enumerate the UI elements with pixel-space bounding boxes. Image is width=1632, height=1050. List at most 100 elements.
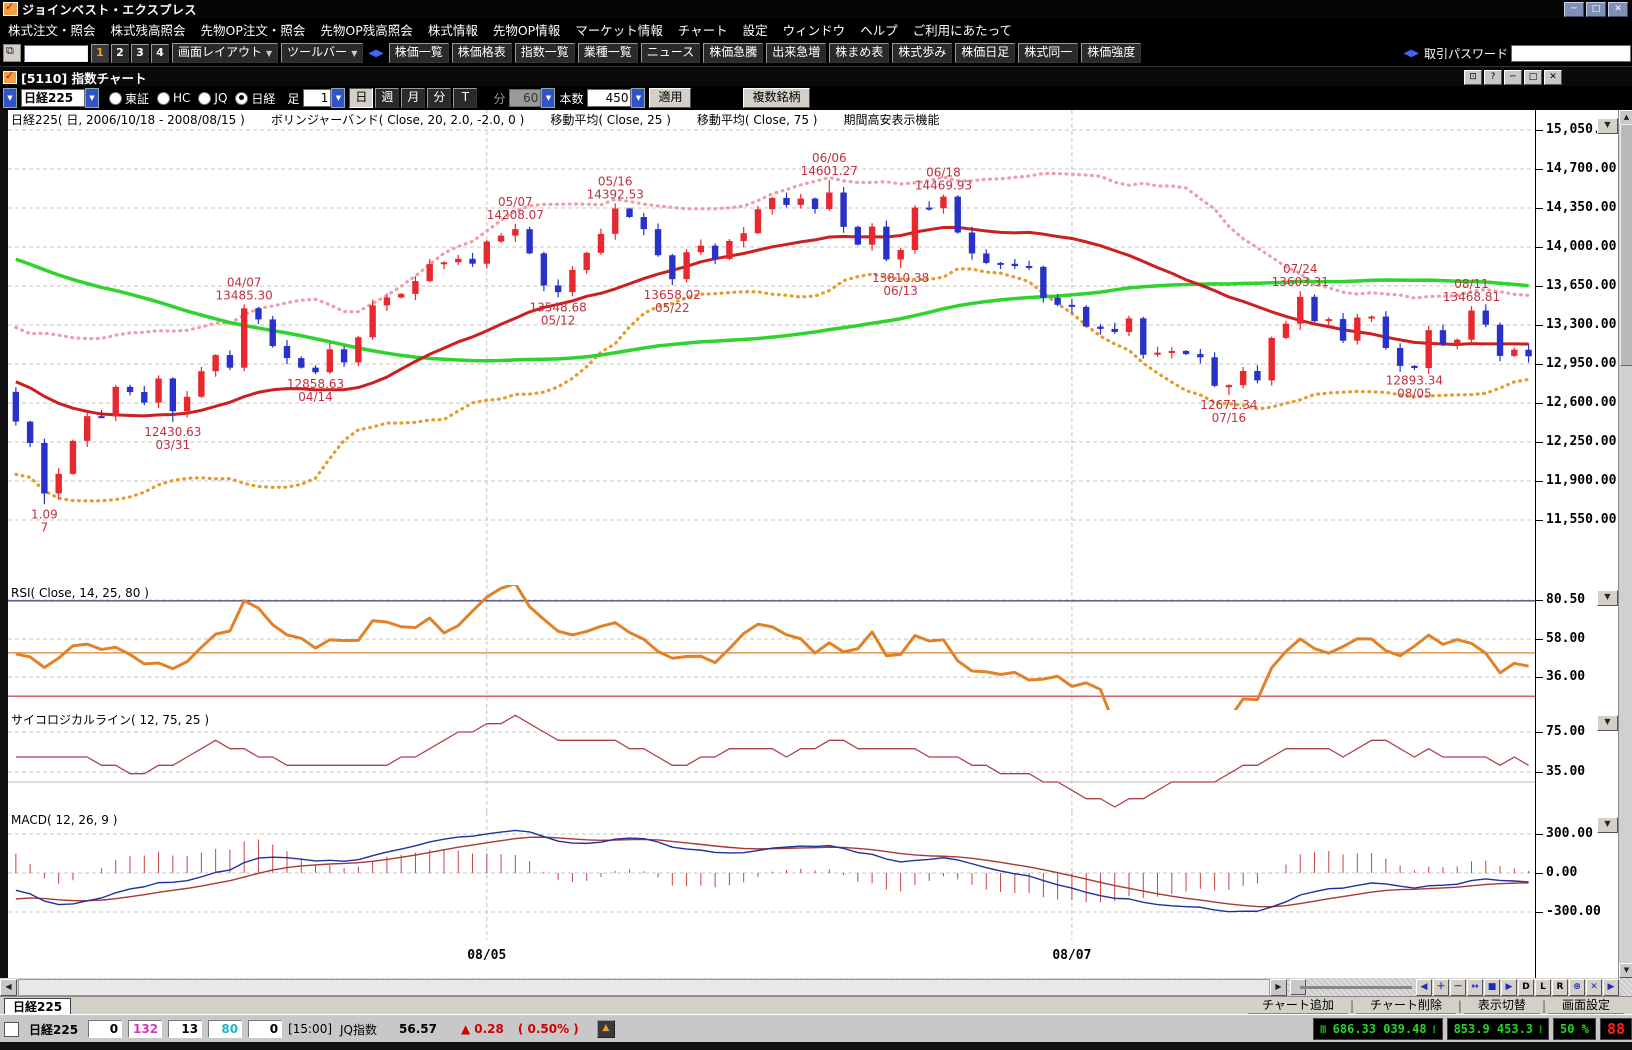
menu-item-11[interactable]: ご利用にあたって <box>913 20 1012 39</box>
horizontal-scroll-track[interactable] <box>18 979 1270 996</box>
ashi-stepper[interactable]: 1 ▼ <box>303 88 345 108</box>
footer-button-3[interactable]: 画面設定 <box>1548 997 1624 1015</box>
quick-button-1[interactable]: 株価格表 <box>452 43 512 63</box>
help-icon[interactable]: ? <box>1484 70 1502 85</box>
chart-tab-nikkei225[interactable]: 日経225 <box>4 998 71 1015</box>
jump-right-icon[interactable]: ▶ <box>1603 979 1619 996</box>
scroll-left-icon[interactable]: ◀ <box>0 979 17 996</box>
footer-button-2[interactable]: 表示切替 <box>1464 997 1540 1015</box>
panel-dropdown-icon-price[interactable]: ▼ <box>1597 118 1618 134</box>
status-checkbox[interactable] <box>4 1022 19 1037</box>
panel-dropdown-icon-rsi[interactable]: ▼ <box>1597 590 1618 606</box>
stop-icon[interactable]: ■ <box>1484 979 1500 996</box>
quick-button-4[interactable]: ニュース <box>641 43 700 63</box>
page-button-2[interactable]: 2 <box>111 44 129 63</box>
quick-button-9[interactable]: 株価日足 <box>955 43 1015 63</box>
play-icon[interactable]: ▶ <box>1501 979 1517 996</box>
page-button-3[interactable]: 3 <box>131 44 149 63</box>
quick-button-3[interactable]: 業種一覧 <box>578 43 638 63</box>
price-chart-panel[interactable]: 日経225( 日, 2006/10/18 - 2008/08/15 ) ボリンジ… <box>8 110 1535 586</box>
menu-item-0[interactable]: 株式注文・照会 <box>8 20 96 39</box>
menu-item-4[interactable]: 株式情報 <box>428 20 478 39</box>
bars-spinner-icon[interactable]: ▼ <box>631 88 645 108</box>
scroll-down-icon[interactable]: ▼ <box>1619 963 1632 978</box>
maximize-icon[interactable]: □ <box>1586 2 1606 17</box>
quick-button-5[interactable]: 株価急騰 <box>703 43 763 63</box>
layout-name-input[interactable] <box>24 45 88 62</box>
toolbar-menu-button[interactable]: ツールバー▼ <box>281 43 363 63</box>
fit-icon[interactable]: ↔ <box>1467 979 1483 996</box>
l-button[interactable]: L <box>1535 979 1551 996</box>
zoom-out-icon[interactable]: － <box>1450 979 1466 996</box>
quick-button-2[interactable]: 指数一覧 <box>515 43 575 63</box>
apply-button[interactable]: 適用 <box>649 88 691 108</box>
market-radio-HC[interactable]: HC <box>157 90 190 107</box>
toolbar-collapse-icon[interactable]: ◀▶ <box>366 48 385 59</box>
layout-page-icon[interactable] <box>3 44 21 62</box>
rsi-panel[interactable]: RSI( Close, 14, 25, 80 ) <box>8 585 1535 711</box>
menu-item-8[interactable]: 設定 <box>743 20 768 39</box>
period-button-週[interactable]: 週 <box>375 88 399 108</box>
quick-button-7[interactable]: 株まめ表 <box>829 43 889 63</box>
cw-close-icon[interactable]: ✕ <box>1544 70 1562 85</box>
psychological-panel[interactable]: サイコロジカルライン( 12, 75, 25 ) <box>8 710 1535 813</box>
multi-symbol-button[interactable]: 複数銘柄 <box>743 88 809 108</box>
footer-button-0[interactable]: チャート追加 <box>1248 997 1348 1015</box>
market-radio-JQ[interactable]: JQ <box>198 90 227 107</box>
menu-item-5[interactable]: 先物OP情報 <box>493 20 560 39</box>
horizontal-scrollbar: ◀ ▶ ◀＋－↔■▶DLR⊕✕▶ <box>0 978 1632 996</box>
menu-item-9[interactable]: ウィンドウ <box>783 20 846 39</box>
footer-button-1[interactable]: チャート削除 <box>1356 997 1456 1015</box>
menu-item-7[interactable]: チャート <box>678 20 728 39</box>
jump-left-icon[interactable]: ◀ <box>1416 979 1432 996</box>
quick-button-10[interactable]: 株式同一 <box>1018 43 1078 63</box>
collapse-up-icon[interactable]: ▲ <box>597 1020 615 1038</box>
panel-dropdown-icon-macd[interactable]: ▼ <box>1597 817 1618 833</box>
vertical-scrollbar[interactable]: ▲ ▼ <box>1618 110 1632 978</box>
axis-tick-mark <box>1536 442 1543 443</box>
restore-icon[interactable]: ⊡ <box>1464 70 1482 85</box>
vertical-scroll-thumb[interactable] <box>1620 124 1632 366</box>
cw-minimize-icon[interactable]: ─ <box>1504 70 1522 85</box>
market-radio-東証[interactable]: 東証 <box>109 90 149 107</box>
period-button-T[interactable]: T <box>453 88 477 108</box>
menu-item-10[interactable]: ヘルプ <box>860 20 898 39</box>
symbol-history-dropdown[interactable]: ▼ <box>3 88 17 108</box>
cw-maximize-icon[interactable]: □ <box>1524 70 1542 85</box>
menu-item-1[interactable]: 株式残高照会 <box>111 20 186 39</box>
close-icon[interactable]: ✕ <box>1608 2 1628 17</box>
layout-menu-button[interactable]: 画面レイアウト▼ <box>172 43 278 63</box>
market-radio-日経[interactable]: 日経 <box>235 90 275 107</box>
symbol-dropdown-icon[interactable]: ▼ <box>85 88 99 108</box>
quick-button-8[interactable]: 株式歩み <box>892 43 952 63</box>
page-button-4[interactable]: 4 <box>151 44 169 63</box>
minute-stepper[interactable]: 60 ▼ <box>509 88 555 108</box>
scroll-right-icon[interactable]: ▶ <box>1270 979 1287 996</box>
menu-item-6[interactable]: マーケット情報 <box>575 20 663 39</box>
range-slider-track[interactable] <box>1300 986 1412 989</box>
page-button-1[interactable]: 1 <box>91 44 109 63</box>
ashi-spinner-icon[interactable]: ▼ <box>331 88 345 108</box>
quick-button-6[interactable]: 出来急増 <box>766 43 826 63</box>
period-button-月[interactable]: 月 <box>401 88 425 108</box>
zoom-in-icon[interactable]: ＋ <box>1433 979 1449 996</box>
close-chart-icon[interactable]: ✕ <box>1586 979 1602 996</box>
bars-stepper[interactable]: 450 ▼ <box>587 88 645 108</box>
menu-item-2[interactable]: 先物OP注文・照会 <box>201 20 306 39</box>
menu-item-3[interactable]: 先物OP残高照会 <box>320 20 412 39</box>
symbol-combo[interactable]: 日経225 ▼ <box>21 88 99 108</box>
scroll-up-icon[interactable]: ▲ <box>1619 110 1632 125</box>
panel-dropdown-icon-psych[interactable]: ▼ <box>1597 715 1618 731</box>
password-collapse-icon[interactable]: ◀▶ <box>1402 48 1421 59</box>
macd-panel[interactable]: MACD( 12, 26, 9 ) <box>8 812 1535 951</box>
period-button-日[interactable]: 日 <box>349 88 373 108</box>
magnify-icon[interactable]: ⊕ <box>1569 979 1585 996</box>
r-button[interactable]: R <box>1552 979 1568 996</box>
period-button-分[interactable]: 分 <box>427 88 451 108</box>
minimize-icon[interactable]: ─ <box>1564 2 1584 17</box>
quick-button-0[interactable]: 株価一覧 <box>389 43 449 63</box>
d-button[interactable]: D <box>1518 979 1534 996</box>
password-input[interactable] <box>1511 45 1631 62</box>
quick-button-11[interactable]: 株価強度 <box>1081 43 1141 63</box>
minute-spinner-icon[interactable]: ▼ <box>541 88 555 108</box>
